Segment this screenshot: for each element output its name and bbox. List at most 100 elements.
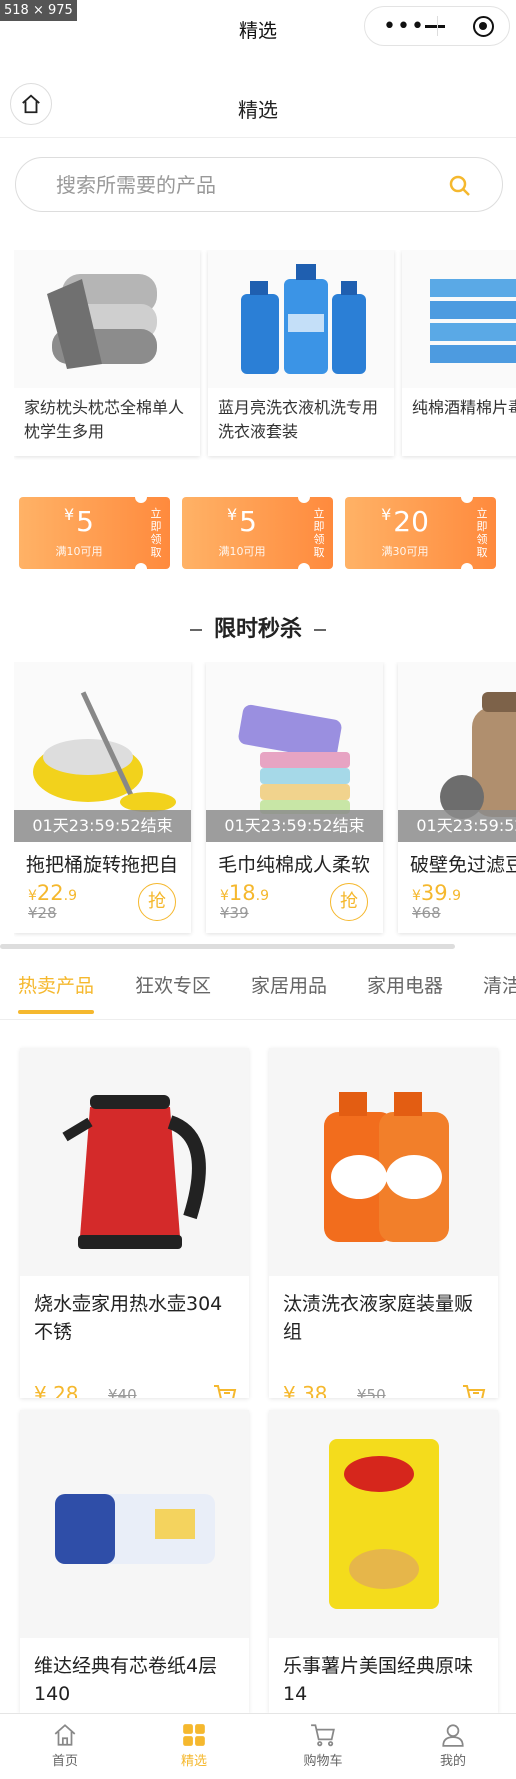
featured-product-name: 家纺枕头枕芯全棉单人枕学生多用: [24, 398, 185, 441]
coupon-amount: 5: [239, 505, 257, 538]
flash-sale-timer: 01天23:59:52结束: [14, 810, 191, 842]
featured-product-card[interactable]: 纯棉酒精棉片毒湿巾: [402, 250, 516, 456]
capsule-divider: [437, 16, 438, 36]
bottom-tab-label: 购物车: [303, 1754, 343, 1769]
coupon-row: ¥5 满10可用 立即领取 ¥5 满10可用 立即领取 ¥20 满30可用 立即…: [19, 491, 499, 575]
grab-button[interactable]: 抢: [330, 883, 368, 921]
flash-sale-name: 拖把桶旋转拖把自: [26, 854, 179, 876]
screen-size-label: 518 × 975: [0, 0, 77, 21]
bottom-tab-bar: 首页 精选 购物车 我的: [0, 1713, 516, 1779]
featured-products-row[interactable]: 家纺枕头枕芯全棉单人枕学生多用 蓝月亮洗衣液机洗专用洗衣液套装 纯棉酒精棉片毒湿…: [14, 250, 516, 460]
bottom-tab-featured[interactable]: 精选: [149, 1720, 239, 1769]
price-currency: ¥: [412, 888, 421, 904]
coupon-claim-button[interactable]: 立即领取: [312, 507, 326, 559]
tab-active-indicator: [18, 1010, 94, 1014]
window-titlebar: 精选 •••: [0, 0, 516, 54]
bottom-tab-home[interactable]: 首页: [20, 1720, 110, 1769]
miniprogram-capsule: •••: [364, 6, 510, 46]
tide-detergent-image: [269, 1048, 498, 1276]
chips-image: [269, 1410, 498, 1638]
flash-sale-price: ¥39.9: [412, 881, 461, 905]
page-title: 精选: [238, 98, 278, 122]
coupon-card[interactable]: ¥5 满10可用 立即领取: [182, 491, 333, 575]
cart-icon: [311, 1724, 335, 1747]
flash-sale-card[interactable]: 01天23:59:52结束 毛巾纯棉成人柔软 ¥18.9 ¥39 抢: [206, 662, 383, 933]
price-decimal: .9: [447, 888, 462, 904]
tab-carnival[interactable]: 狂欢专区: [135, 971, 211, 998]
search-bar[interactable]: [15, 157, 503, 212]
heading-dash: [314, 629, 326, 631]
pillow-image: [14, 250, 200, 388]
flash-sale-original-price: ¥68: [412, 904, 441, 922]
heading-dash: [189, 629, 202, 631]
flash-sale-title: 限时秒杀: [213, 617, 302, 642]
coupon-currency: ¥: [381, 505, 392, 524]
tab-home-goods[interactable]: 家居用品: [251, 971, 327, 998]
detergent-image: [208, 250, 394, 388]
flash-sale-price: ¥18.9: [220, 881, 269, 905]
coupon-condition: 满10可用: [55, 545, 103, 558]
bottom-tab-cart[interactable]: 购物车: [278, 1720, 368, 1769]
product-card[interactable]: 乐事薯片美国经典原味14: [269, 1410, 498, 1713]
kettle-image: [20, 1048, 249, 1276]
mop-bucket-image: 01天23:59:52结束: [14, 662, 191, 842]
product-card[interactable]: 汰渍洗衣液家庭装量贩组 ¥ 38 ¥50: [269, 1048, 498, 1398]
featured-product-card[interactable]: 家纺枕头枕芯全棉单人枕学生多用: [14, 250, 200, 456]
tab-appliances[interactable]: 家用电器: [367, 971, 443, 998]
product-original-price: ¥50: [357, 1386, 386, 1398]
flash-sale-card[interactable]: 01天23:59:52结束 拖把桶旋转拖把自 ¥22.9 ¥28 抢: [14, 662, 191, 933]
product-name: 维达经典有芯卷纸4层140: [34, 1655, 218, 1705]
close-icon[interactable]: [473, 16, 494, 37]
coupon-claim-button[interactable]: 立即领取: [149, 507, 163, 559]
horizontal-scrollbar[interactable]: [0, 944, 455, 949]
product-name: 汰渍洗衣液家庭装量贩组: [283, 1293, 474, 1343]
product-price: ¥ 38: [283, 1382, 328, 1398]
price-currency: ¥: [220, 888, 229, 904]
coupon-notch: [461, 491, 473, 503]
towel-image: 01天23:59:52结束: [206, 662, 383, 842]
featured-product-name: 蓝月亮洗衣液机洗专用洗衣液套装: [218, 398, 379, 441]
coupon-notch: [135, 491, 147, 503]
grid-icon: [183, 1724, 205, 1746]
coupon-claim-button[interactable]: 立即领取: [475, 507, 489, 559]
flash-sale-original-price: ¥39: [220, 904, 249, 922]
coupon-currency: ¥: [226, 505, 238, 524]
tab-cleaning[interactable]: 清洁: [483, 971, 516, 998]
tab-hot-products[interactable]: 热卖产品: [18, 971, 94, 998]
coupon-amount: 5: [76, 505, 94, 538]
page-navbar: 精选: [0, 80, 516, 138]
flash-sale-row[interactable]: 01天23:59:52结束 拖把桶旋转拖把自 ¥22.9 ¥28 抢 01天23…: [14, 662, 516, 937]
price-currency: ¥: [28, 888, 37, 904]
price-integer: 22: [36, 881, 64, 905]
coupon-currency: ¥: [63, 505, 75, 524]
add-to-cart-icon[interactable]: [213, 1384, 237, 1398]
search-icon[interactable]: [448, 174, 472, 198]
coupon-notch: [298, 563, 310, 575]
grab-button[interactable]: 抢: [138, 883, 176, 921]
add-to-cart-icon[interactable]: [462, 1384, 486, 1398]
coupon-condition: 满30可用: [381, 545, 429, 558]
tissue-image: [20, 1410, 249, 1638]
product-name: 烧水壶家用热水壶304不锈: [34, 1293, 223, 1343]
featured-product-card[interactable]: 蓝月亮洗衣液机洗专用洗衣液套装: [208, 250, 394, 456]
search-input[interactable]: [56, 170, 436, 200]
soymilk-maker-image: 01天23:59:52结束: [398, 662, 516, 842]
product-original-price: ¥40: [108, 1386, 137, 1398]
flash-sale-timer: 01天23:59:52结束: [398, 810, 516, 842]
coupon-condition: 满10可用: [218, 545, 266, 558]
coupon-card[interactable]: ¥20 满30可用 立即领取: [345, 491, 496, 575]
bottom-tab-label: 我的: [439, 1754, 466, 1769]
price-decimal: .9: [63, 888, 78, 904]
product-card[interactable]: 维达经典有芯卷纸4层140: [20, 1410, 249, 1713]
coupon-card[interactable]: ¥5 满10可用 立即领取: [19, 491, 170, 575]
product-price: ¥ 28: [34, 1382, 79, 1398]
page: 精选 ••• 518 × 975 精选 家纺枕头枕芯全棉单人枕学生多用: [0, 0, 516, 1779]
product-card[interactable]: 烧水壶家用热水壶304不锈 ¥ 28 ¥40: [20, 1048, 249, 1398]
bottom-tab-mine[interactable]: 我的: [408, 1720, 498, 1769]
category-tabs: 热卖产品 狂欢专区 家居用品 家用电器 清洁: [0, 960, 516, 1020]
flash-sale-price: ¥22.9: [28, 881, 77, 905]
flash-sale-card[interactable]: 01天23:59:52结束 破壁免过滤豆浆 ¥39.9 ¥68: [398, 662, 516, 933]
more-icon[interactable]: •••: [383, 16, 425, 38]
wipes-image: [402, 250, 516, 388]
minimize-icon[interactable]: [425, 25, 445, 28]
